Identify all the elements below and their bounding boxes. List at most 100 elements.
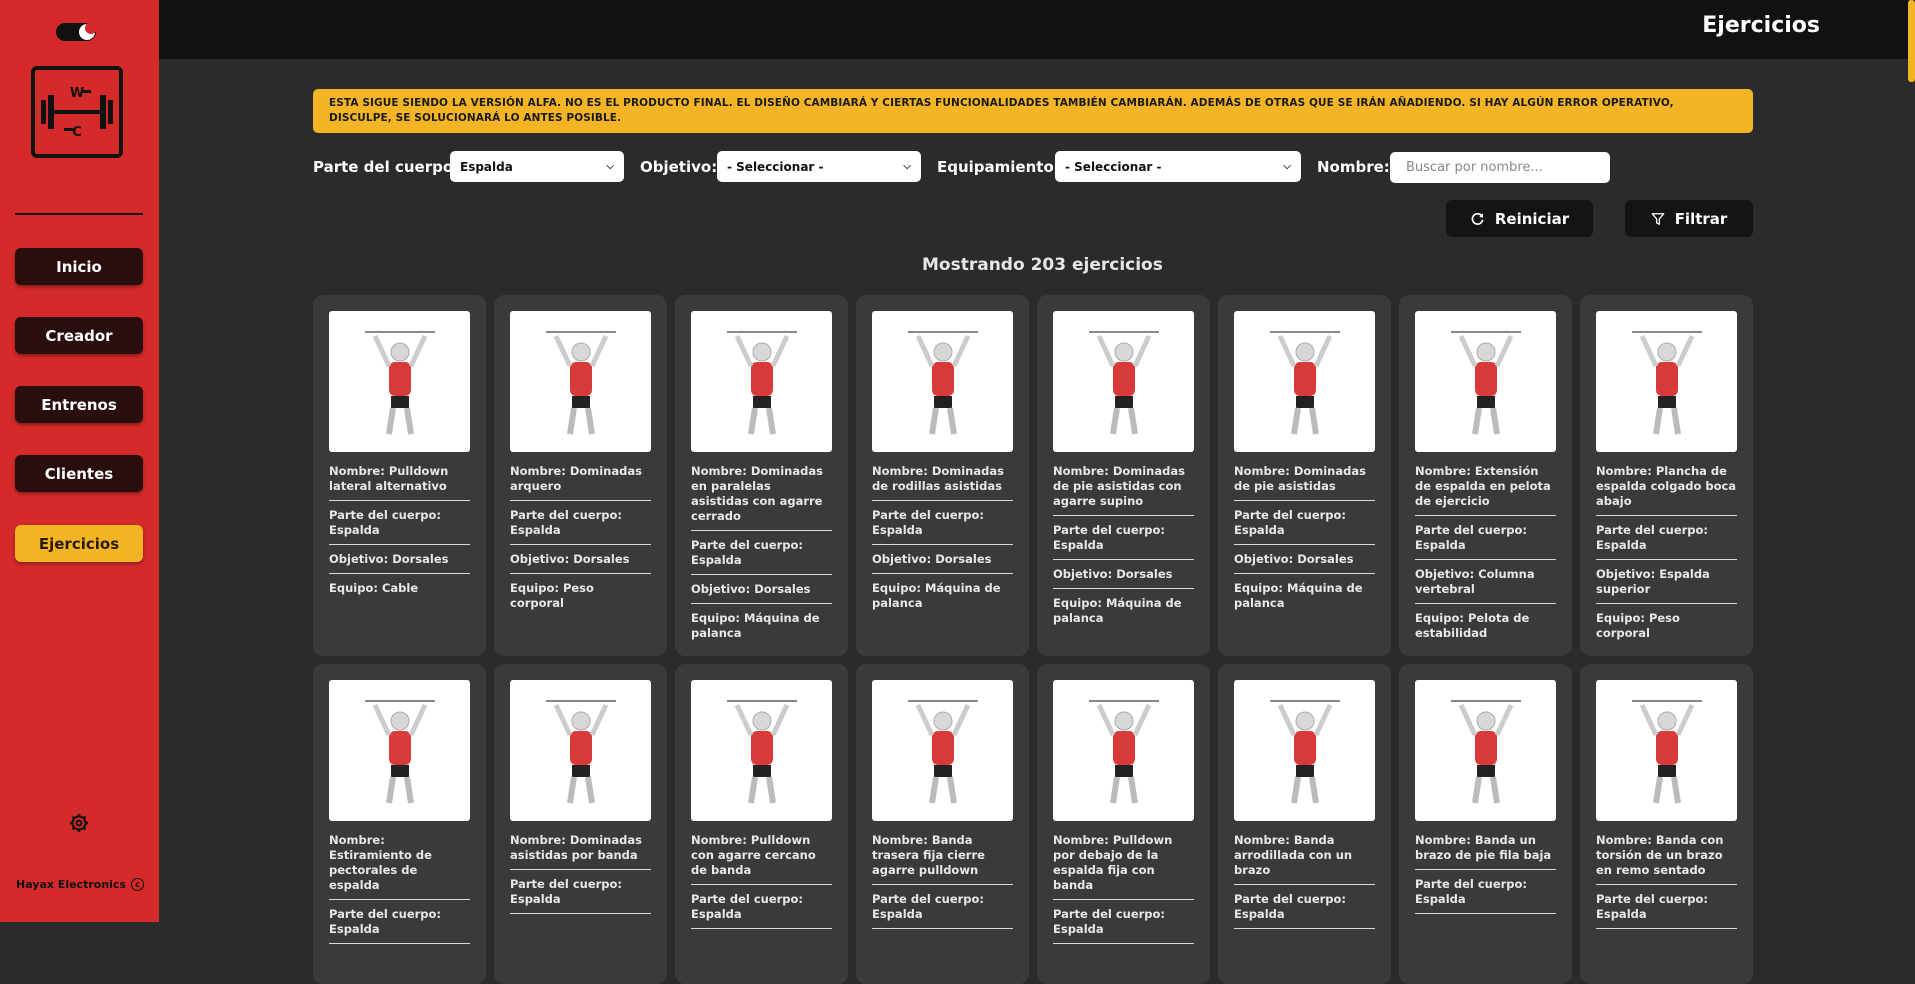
theme-toggle-icon[interactable] — [54, 21, 98, 43]
logo-dumbbell-icon: W C — [41, 86, 113, 140]
exercise-name: Nombre: Plancha de espalda colgado boca … — [1596, 464, 1737, 516]
exercise-card[interactable]: Nombre: Pulldown lateral alternativo Part… — [313, 295, 486, 656]
sidebar: W C Inicio Creador Entrenos Clientes Eje… — [0, 0, 159, 922]
exercise-image — [691, 680, 832, 821]
scrollbar-thumb[interactable] — [1908, 0, 1915, 82]
exercise-card[interactable]: Nombre: Estiramiento de pectorales de es… — [313, 664, 486, 984]
exercise-card[interactable]: Nombre: Dominadas de pie asistidas Parte … — [1218, 295, 1391, 656]
exercise-card[interactable]: Nombre: Pulldown con agarre cercano de b… — [675, 664, 848, 984]
name-search-input[interactable]: Buscar por nombre... — [1390, 152, 1610, 183]
exercise-card[interactable]: Nombre: Banda un brazo de pie fila baja P… — [1399, 664, 1572, 984]
exercise-figure-icon — [726, 699, 797, 803]
exercise-equipment: Equipo: Peso corporal — [510, 581, 594, 610]
exercise-target: Objetivo: Dorsales — [1053, 567, 1194, 589]
nav-label: Inicio — [56, 257, 102, 276]
exercise-image — [691, 311, 832, 452]
results-count: Mostrando 203 ejercicios — [922, 255, 1163, 275]
exercise-figure-icon — [907, 699, 978, 803]
exercise-body-part: Parte del cuerpo: Espalda — [1053, 907, 1194, 944]
chevron-down-icon: ⌵ — [903, 161, 911, 172]
exercise-figure-icon — [907, 330, 978, 434]
logo-letter-c: C — [72, 125, 82, 140]
exercise-equipment: Equipo: Máquina de palanca — [1234, 581, 1363, 610]
exercise-image — [510, 680, 651, 821]
sidebar-divider — [15, 213, 143, 215]
body-part-label: Parte del cuerpo: — [313, 158, 460, 176]
exercise-body-part: Parte del cuerpo: Espalda — [1415, 523, 1556, 560]
exercise-body-part: Parte del cuerpo: Espalda — [872, 892, 1013, 929]
reset-button[interactable]: Reiniciar — [1446, 200, 1593, 237]
nav-ejercicios[interactable]: Ejercicios — [15, 525, 143, 562]
nav-label: Ejercicios — [38, 534, 120, 553]
target-select[interactable]: - Seleccionar - ⌵ — [717, 151, 921, 182]
exercise-image — [329, 311, 470, 452]
chevron-down-icon: ⌵ — [606, 161, 614, 172]
exercise-body-part: Parte del cuerpo: Espalda — [510, 508, 651, 545]
exercise-card[interactable]: Nombre: Dominadas asistidas por banda Par… — [494, 664, 667, 984]
gear-icon[interactable] — [69, 813, 89, 833]
exercise-figure-icon — [726, 330, 797, 434]
exercise-body-part: Parte del cuerpo: Espalda — [1596, 523, 1737, 560]
exercise-name: Nombre: Pulldown lateral alternativo — [329, 464, 470, 501]
alpha-warning-banner: ESTA SIGUE SIENDO LA VERSIÓN ALFA. NO ES… — [313, 89, 1753, 133]
exercise-name: Nombre: Dominadas de pie asistidas con a… — [1053, 464, 1194, 516]
exercise-equipment: Equipo: Pelota de estabilidad — [1415, 611, 1530, 640]
exercise-figure-icon — [1269, 330, 1340, 434]
exercise-figure-icon — [1269, 699, 1340, 803]
exercise-image — [1053, 311, 1194, 452]
exercise-target: Objetivo: Dorsales — [872, 552, 1013, 574]
exercise-name: Nombre: Banda con torsión de un brazo en… — [1596, 833, 1737, 885]
exercise-card[interactable]: Nombre: Dominadas de rodillas asistidas P… — [856, 295, 1029, 656]
equipment-select[interactable]: - Seleccionar - ⌵ — [1055, 151, 1301, 182]
exercise-name: Nombre: Dominadas en paralelas asistidas… — [691, 464, 832, 531]
exercise-card[interactable]: Nombre: Banda trasera fija cierre agarre… — [856, 664, 1029, 984]
exercise-body-part: Parte del cuerpo: Espalda — [329, 907, 470, 944]
exercise-card[interactable]: Nombre: Dominadas de pie asistidas con a… — [1037, 295, 1210, 656]
exercise-image — [1053, 680, 1194, 821]
exercise-figure-icon — [364, 330, 435, 434]
exercise-image — [510, 311, 651, 452]
exercise-card[interactable]: Nombre: Banda con torsión de un brazo en… — [1580, 664, 1753, 984]
body-part-select[interactable]: Espalda ⌵ — [450, 151, 624, 182]
exercise-target: Objetivo: Dorsales — [510, 552, 651, 574]
exercise-image — [1234, 311, 1375, 452]
exercise-name: Nombre: Estiramiento de pectorales de es… — [329, 833, 470, 900]
exercise-card[interactable]: Nombre: Pulldown por debajo de la espald… — [1037, 664, 1210, 984]
nav-entrenos[interactable]: Entrenos — [15, 386, 143, 423]
exercise-body-part: Parte del cuerpo: Espalda — [1053, 523, 1194, 560]
footer-brand-label: Hayax Electronics — [16, 878, 126, 891]
exercise-body-part: Parte del cuerpo: Espalda — [1234, 508, 1375, 545]
nav-clientes[interactable]: Clientes — [15, 455, 143, 492]
target-value: - Seleccionar - — [727, 159, 824, 174]
exercise-body-part: Parte del cuerpo: Espalda — [510, 877, 651, 914]
page-title: Ejercicios — [1702, 13, 1820, 38]
exercise-figure-icon — [1631, 330, 1702, 434]
exercise-equipment: Equipo: Máquina de palanca — [1053, 596, 1182, 625]
app-logo[interactable]: W C — [31, 66, 123, 158]
exercise-card[interactable]: Nombre: Banda arrodillada con un brazo Pa… — [1218, 664, 1391, 984]
exercise-card[interactable]: Nombre: Plancha de espalda colgado boca … — [1580, 295, 1753, 656]
exercise-body-part: Parte del cuerpo: Espalda — [691, 538, 832, 575]
top-header: Ejercicios — [159, 0, 1915, 59]
exercise-target: Objetivo: Dorsales — [1234, 552, 1375, 574]
nav-inicio[interactable]: Inicio — [15, 248, 143, 285]
exercise-body-part: Parte del cuerpo: Espalda — [329, 508, 470, 545]
exercise-figure-icon — [364, 699, 435, 803]
reset-label: Reiniciar — [1494, 209, 1570, 228]
nav-creador[interactable]: Creador — [15, 317, 143, 354]
nav-label: Clientes — [44, 464, 114, 483]
search-placeholder: Buscar por nombre... — [1406, 160, 1543, 175]
exercise-image — [1415, 680, 1556, 821]
exercise-card[interactable]: Nombre: Dominadas arquero Parte del cuerp… — [494, 295, 667, 656]
exercise-name: Nombre: Dominadas de rodillas asistidas — [872, 464, 1013, 501]
exercise-card[interactable]: Nombre: Dominadas en paralelas asistidas… — [675, 295, 848, 656]
exercise-image — [1234, 680, 1375, 821]
exercise-figure-icon — [545, 330, 616, 434]
filter-button[interactable]: Filtrar — [1625, 200, 1753, 237]
exercise-equipment: Equipo: Peso corporal — [1596, 611, 1680, 640]
exercise-name: Nombre: Dominadas de pie asistidas — [1234, 464, 1375, 501]
filter-icon — [1651, 212, 1665, 225]
exercise-target: Objetivo: Dorsales — [691, 582, 832, 604]
exercise-card[interactable]: Nombre: Extensión de espalda en pelota d… — [1399, 295, 1572, 656]
exercise-image — [329, 680, 470, 821]
